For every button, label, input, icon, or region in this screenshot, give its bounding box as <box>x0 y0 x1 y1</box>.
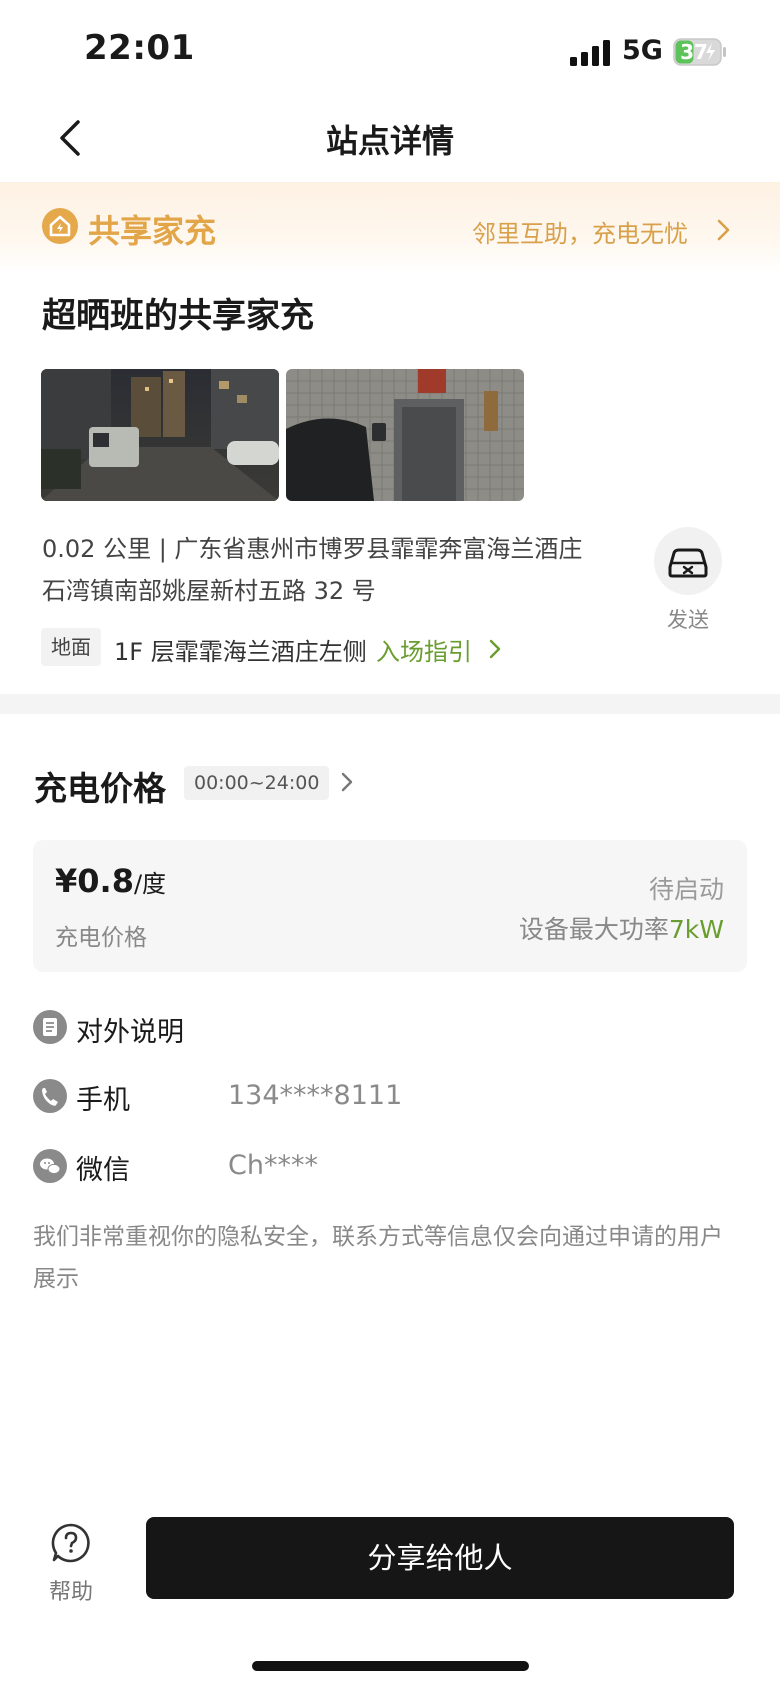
send-to-car-button[interactable] <box>654 527 722 595</box>
floor-type-badge: 地面 <box>41 628 101 666</box>
price-time-range[interactable]: 00:00~24:00 <box>184 766 330 800</box>
price-card <box>33 840 747 972</box>
price-unit: /度 <box>133 870 167 898</box>
car-icon <box>668 548 708 578</box>
help-label[interactable]: 帮助 <box>38 1574 104 1606</box>
max-power-value: 7kW <box>668 915 724 944</box>
banner-slogan[interactable]: 邻里互助，充电无忧 <box>472 214 688 249</box>
phone-value[interactable]: 134****8111 <box>228 1080 402 1111</box>
phone-icon <box>33 1079 67 1113</box>
page-title: 站点详情 <box>325 122 454 160</box>
entry-guide-link[interactable]: 入场指引 <box>376 632 472 667</box>
station-photo[interactable] <box>41 369 279 501</box>
wechat-label: 微信 <box>76 1155 130 1186</box>
price-amount: ¥0.8/度 <box>55 862 166 900</box>
station-name: 超晒班的共享家充 <box>42 296 314 336</box>
section-divider <box>0 694 780 714</box>
phone-label: 手机 <box>76 1085 130 1116</box>
banner-brand: 共享家充 <box>88 212 217 250</box>
wechat-value[interactable]: Ch**** <box>228 1150 318 1181</box>
floor-location: 1F 层霏霏海兰酒庄左侧 <box>114 638 367 666</box>
status-time: 22:01 <box>84 28 195 68</box>
battery-level: 37 <box>680 40 708 64</box>
send-label: 发送 <box>667 608 709 632</box>
device-status: 待启动 <box>648 875 724 904</box>
wechat-icon <box>33 1149 67 1183</box>
address-line: 0.02 公里 | 广东省惠州市博罗县霏霏奔富海兰酒庄 <box>42 535 583 563</box>
price-value: ¥0.8 <box>55 862 134 900</box>
address-line: 石湾镇南部姚屋新村五路 32 号 <box>42 577 376 605</box>
max-power-label: 设备最大功率 <box>518 915 669 944</box>
station-photo[interactable] <box>286 369 524 501</box>
document-icon <box>33 1010 67 1044</box>
network-type: 5G <box>622 35 663 66</box>
chevron-right-icon <box>489 639 501 659</box>
max-power: 设备最大功率7kW <box>519 910 724 946</box>
chevron-right-icon <box>717 219 730 241</box>
share-button[interactable]: 分享给他人 <box>146 1517 734 1599</box>
price-section-title: 充电价格 <box>34 769 166 808</box>
station-address: 0.02 公里 | 广东省惠州市博罗县霏霏奔富海兰酒庄 石湾镇南部姚屋新村五路 … <box>42 528 612 612</box>
home-indicator[interactable] <box>252 1661 529 1671</box>
price-label: 充电价格 <box>55 925 147 951</box>
chevron-right-icon[interactable] <box>340 770 354 794</box>
description-label: 对外说明 <box>76 1017 184 1048</box>
help-icon[interactable] <box>50 1522 92 1564</box>
home-charge-logo-icon <box>42 208 78 244</box>
privacy-note: 我们非常重视你的隐私安全，联系方式等信息仅会向通过申请的用户展示 <box>33 1224 723 1292</box>
cellular-signal-icon <box>570 40 610 66</box>
